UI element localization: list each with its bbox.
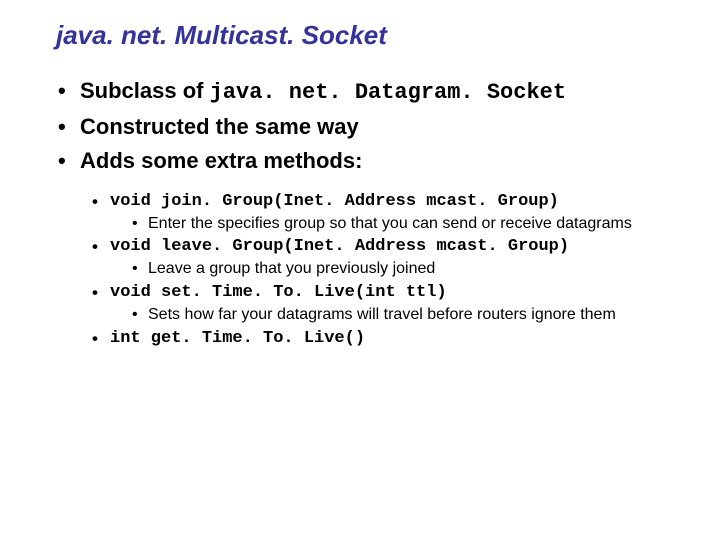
method-set-ttl-desc-list: Sets how far your datagrams will travel … — [130, 305, 688, 326]
method-join-group: void join. Group(Inet. Address mcast. Gr… — [90, 191, 688, 235]
bullet-subclass-code: java. net. Datagram. Socket — [210, 80, 566, 105]
method-leave-group-desc-list: Leave a group that you previously joined — [130, 259, 688, 280]
method-join-group-desc-list: Enter the specifies group so that you ca… — [130, 214, 688, 235]
method-leave-group-sig: void leave. Group(Inet. Address mcast. G… — [110, 237, 569, 256]
slide: java. net. Multicast. Socket Subclass of… — [0, 0, 720, 540]
methods-list: void join. Group(Inet. Address mcast. Gr… — [90, 191, 688, 351]
bullet-constructed: Constructed the same way — [56, 111, 688, 143]
bullet-subclass-prefix: Subclass of — [80, 78, 210, 103]
main-bullet-list: Subclass of java. net. Datagram. Socket … — [56, 75, 688, 351]
method-leave-group-desc: Leave a group that you previously joined — [130, 259, 688, 280]
method-set-ttl-desc: Sets how far your datagrams will travel … — [130, 305, 688, 326]
method-join-group-sig: void join. Group(Inet. Address mcast. Gr… — [110, 192, 559, 211]
bullet-adds-methods-text: Adds some extra methods: — [80, 148, 362, 173]
slide-title: java. net. Multicast. Socket — [56, 20, 688, 51]
method-join-group-desc: Enter the specifies group so that you ca… — [130, 214, 688, 235]
bullet-subclass: Subclass of java. net. Datagram. Socket — [56, 75, 688, 109]
bullet-adds-methods: Adds some extra methods: void join. Grou… — [56, 145, 688, 351]
method-get-ttl: int get. Time. To. Live() — [90, 328, 688, 351]
method-leave-group: void leave. Group(Inet. Address mcast. G… — [90, 236, 688, 280]
method-set-ttl-sig: void set. Time. To. Live(int ttl) — [110, 283, 447, 302]
method-get-ttl-sig: int get. Time. To. Live() — [110, 329, 365, 348]
method-set-ttl: void set. Time. To. Live(int ttl) Sets h… — [90, 282, 688, 326]
